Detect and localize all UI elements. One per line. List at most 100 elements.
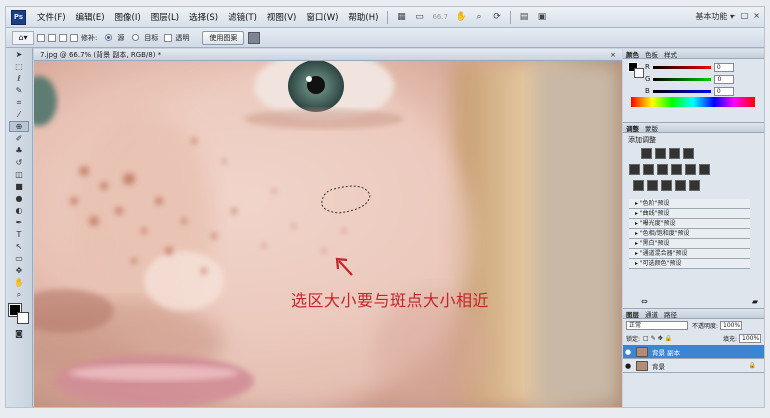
add-selection-icon[interactable] bbox=[48, 33, 56, 42]
invert-icon[interactable] bbox=[633, 179, 644, 191]
adjustment-footer-icon[interactable]: ⇔ bbox=[641, 297, 648, 306]
color-spectrum[interactable] bbox=[631, 97, 755, 107]
transparent-checkbox[interactable] bbox=[164, 33, 173, 42]
blue-slider[interactable] bbox=[652, 89, 711, 93]
menu-edit[interactable]: 编辑(E) bbox=[71, 11, 110, 23]
threshold-icon[interactable] bbox=[661, 179, 672, 191]
exposure-icon[interactable] bbox=[683, 147, 694, 159]
tab-paths[interactable]: 路径 bbox=[664, 309, 677, 319]
hue-saturation-icon[interactable] bbox=[643, 163, 654, 175]
3d-rotate-icon[interactable]: ✥ bbox=[9, 265, 29, 276]
menu-layer[interactable]: 图层(L) bbox=[146, 11, 184, 23]
tab-masks[interactable]: 蒙版 bbox=[645, 123, 658, 133]
history-brush-icon[interactable]: ↺ bbox=[9, 157, 29, 168]
close-document-icon[interactable]: × bbox=[610, 49, 616, 61]
channel-mixer-icon[interactable] bbox=[699, 163, 710, 175]
eraser-tool-icon[interactable]: ◫ bbox=[9, 169, 29, 180]
crop-tool-icon[interactable]: ⌗ bbox=[9, 97, 29, 108]
intersect-selection-icon[interactable] bbox=[70, 33, 78, 42]
gradient-map-icon[interactable] bbox=[675, 179, 686, 191]
background-color[interactable] bbox=[17, 312, 29, 324]
menu-file[interactable]: 文件(F) bbox=[32, 11, 71, 23]
eyedropper-icon[interactable]: ⁄ bbox=[9, 109, 29, 120]
layer-row[interactable]: ● 背景 副本 bbox=[623, 345, 764, 359]
workspace-switcher[interactable]: 基本功能 ▾ bbox=[695, 11, 734, 22]
red-slider[interactable] bbox=[652, 65, 711, 69]
tab-adjustments[interactable]: 调整 bbox=[626, 123, 639, 133]
path-selection-icon[interactable]: ↖ bbox=[9, 241, 29, 252]
quick-mask-icon[interactable]: ◙ bbox=[9, 328, 29, 339]
hand-tool-icon[interactable]: ✋ bbox=[454, 11, 468, 24]
extras-icon[interactable]: ▭ bbox=[412, 11, 426, 24]
selective-color-icon[interactable] bbox=[689, 179, 700, 191]
preset-exposure[interactable]: ▸ "曝光度"预设 bbox=[629, 219, 750, 229]
shape-tool-icon[interactable]: ▭ bbox=[9, 253, 29, 264]
subtract-selection-icon[interactable] bbox=[59, 33, 67, 42]
tab-channels[interactable]: 通道 bbox=[645, 309, 658, 319]
lock-icons[interactable]: □✎✥🔒 bbox=[643, 335, 674, 342]
menu-view[interactable]: 视图(V) bbox=[262, 11, 301, 23]
patch-tool-icon[interactable]: ⊕ bbox=[9, 121, 29, 132]
green-slider[interactable] bbox=[653, 77, 712, 81]
bridge-icon[interactable]: ▦ bbox=[394, 11, 408, 24]
dodge-tool-icon[interactable]: ◐ bbox=[9, 205, 29, 216]
menu-help[interactable]: 帮助(H) bbox=[343, 11, 383, 23]
document-tab[interactable]: 7.jpg @ 66.7% (背景 副本, RGB/8) * × bbox=[34, 49, 622, 61]
blur-tool-icon[interactable]: ● bbox=[9, 193, 29, 204]
color-swatches[interactable] bbox=[8, 303, 29, 324]
menu-select[interactable]: 选择(S) bbox=[184, 11, 223, 23]
arrange-documents-icon[interactable]: ▤ bbox=[517, 11, 531, 24]
type-tool-icon[interactable]: T bbox=[9, 229, 29, 240]
photo-filter-icon[interactable] bbox=[685, 163, 696, 175]
tab-layers[interactable]: 图层 bbox=[626, 309, 639, 319]
eye-icon[interactable]: ● bbox=[625, 348, 633, 356]
opacity-input[interactable]: 100% bbox=[720, 321, 743, 330]
brush-tool-icon[interactable]: ✐ bbox=[9, 133, 29, 144]
eye-icon[interactable]: ● bbox=[625, 362, 633, 370]
pen-tool-icon[interactable]: ✒ bbox=[9, 217, 29, 228]
adjustment-trash-icon[interactable]: ▰ bbox=[752, 297, 758, 306]
gradient-tool-icon[interactable]: ■ bbox=[9, 181, 29, 192]
green-value[interactable]: 0 bbox=[714, 74, 735, 84]
target-radio[interactable] bbox=[132, 34, 140, 41]
new-selection-icon[interactable] bbox=[37, 33, 45, 42]
posterize-icon[interactable] bbox=[647, 179, 658, 191]
layer-row[interactable]: ● 背景 🔒 bbox=[623, 359, 764, 373]
source-radio[interactable] bbox=[105, 34, 113, 41]
marquee-tool-icon[interactable]: ⬚ bbox=[9, 61, 29, 72]
fill-input[interactable]: 100% bbox=[739, 334, 761, 343]
preset-black-white[interactable]: ▸ "黑白"预设 bbox=[629, 239, 750, 249]
curves-icon[interactable] bbox=[669, 147, 680, 159]
brightness-contrast-icon[interactable] bbox=[641, 147, 652, 159]
quick-selection-icon[interactable]: ✎ bbox=[9, 85, 29, 96]
preset-channel-mixer[interactable]: ▸ "通道混合器"预设 bbox=[629, 249, 750, 259]
zoom-tool-icon[interactable]: ⌕ bbox=[472, 11, 486, 24]
menu-image[interactable]: 图像(I) bbox=[110, 11, 146, 23]
preset-levels[interactable]: ▸ "色阶"预设 bbox=[629, 199, 750, 209]
patch-tool-preset-icon[interactable]: ⌂▾ bbox=[12, 30, 34, 45]
preset-selective-color[interactable]: ▸ "可选颜色"预设 bbox=[629, 259, 750, 269]
blue-value[interactable]: 0 bbox=[713, 86, 734, 96]
levels-icon[interactable] bbox=[655, 147, 666, 159]
black-white-icon[interactable] bbox=[671, 163, 682, 175]
tab-swatches[interactable]: 色板 bbox=[645, 49, 658, 59]
photo-canvas[interactable]: 选区大小要与斑点大小相近 bbox=[34, 61, 622, 407]
preset-hue-saturation[interactable]: ▸ "色相/饱和度"预设 bbox=[629, 229, 750, 239]
rotate-view-icon[interactable]: ⟳ bbox=[490, 11, 504, 24]
zoom-level[interactable]: 66.7 bbox=[428, 13, 452, 21]
lasso-tool-icon[interactable]: ℓ bbox=[9, 73, 29, 84]
maximize-button[interactable]: □ bbox=[741, 11, 749, 20]
zoom-tool-icon[interactable]: ⌕ bbox=[9, 289, 29, 300]
vibrance-icon[interactable] bbox=[629, 163, 640, 175]
preset-curves[interactable]: ▸ "曲线"预设 bbox=[629, 209, 750, 219]
close-button[interactable]: × bbox=[753, 11, 760, 20]
tab-color[interactable]: 颜色 bbox=[626, 49, 639, 59]
pattern-picker[interactable] bbox=[248, 31, 261, 44]
menu-filter[interactable]: 滤镜(T) bbox=[223, 11, 262, 23]
color-balance-icon[interactable] bbox=[657, 163, 668, 175]
tab-styles[interactable]: 样式 bbox=[664, 49, 677, 59]
hand-tool-icon[interactable]: ✋ bbox=[9, 277, 29, 288]
color-bg-swatch[interactable] bbox=[634, 68, 644, 78]
screen-mode-icon[interactable]: ▣ bbox=[535, 11, 549, 24]
blend-mode-select[interactable]: 正常 bbox=[626, 321, 688, 330]
